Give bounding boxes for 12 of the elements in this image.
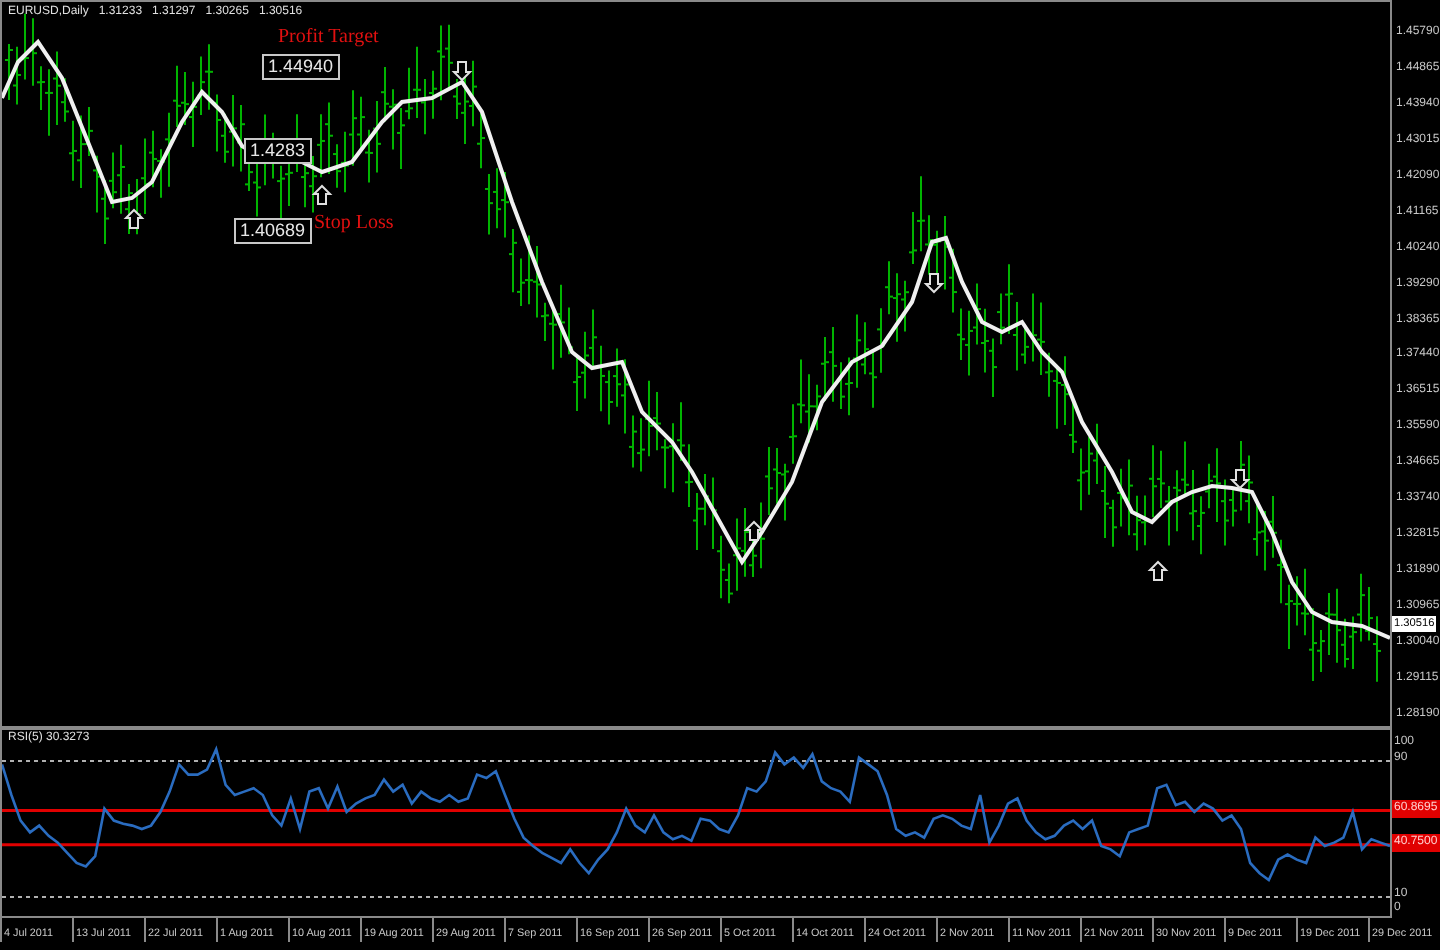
up-arrow-icon <box>1147 560 1169 581</box>
price-tag: 1.44940 <box>262 54 340 80</box>
down-arrow-icon <box>451 61 473 82</box>
up-arrow-icon <box>311 184 333 205</box>
price-tag: 1.40689 <box>234 218 312 244</box>
down-arrow-icon <box>923 273 945 294</box>
down-arrow-icon <box>1229 469 1251 490</box>
profit-target-label: Profit Target <box>278 26 379 48</box>
up-arrow-icon <box>123 208 145 229</box>
stop-loss-label: Stop Loss <box>314 212 394 234</box>
price-tag: 1.4283 <box>244 138 312 164</box>
up-arrow-icon <box>743 520 765 541</box>
